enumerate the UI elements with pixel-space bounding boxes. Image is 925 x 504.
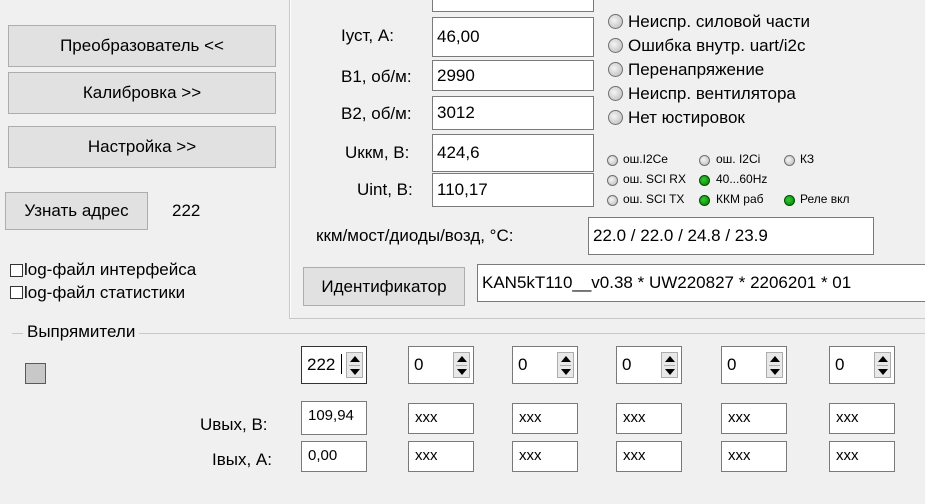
iout-cell[interactable]: xxx (721, 441, 787, 472)
b1-label: В1, об/м: (341, 67, 412, 86)
rectifier-address-spinner[interactable]: 0 (721, 346, 787, 384)
uout-cell[interactable]: xxx (616, 403, 682, 434)
uout-label: Uвых, В: (200, 415, 268, 434)
address-value: 222 (172, 201, 201, 220)
uout-cell[interactable]: xxx (721, 403, 787, 434)
spinner-value: 222 (307, 355, 336, 374)
indicator-label: 40...60Hz (716, 172, 768, 186)
spinner-arrows[interactable] (766, 352, 783, 378)
arrow-down-icon[interactable] (456, 365, 467, 378)
iust-field[interactable]: 46,00 (432, 17, 594, 57)
fault-led-icon (608, 14, 623, 29)
fault-fan-label: Неиспр. вентилятора (628, 84, 796, 103)
uout-cell[interactable]: 109,94 (301, 401, 367, 435)
iout-cell[interactable]: xxx (512, 441, 578, 472)
indicator-off-icon (607, 175, 618, 186)
arrow-up-icon[interactable] (769, 353, 780, 365)
indicator-off-icon (607, 155, 618, 166)
ukkm-label: Uккм, В: (345, 143, 410, 162)
indicator-on-icon (699, 175, 710, 186)
indicator-on-icon (784, 195, 795, 206)
spinner-value: 0 (622, 355, 632, 374)
rectifier-address-spinner[interactable]: 0 (829, 346, 895, 384)
uout-cell[interactable]: xxx (408, 403, 474, 434)
iout-cell[interactable]: xxx (408, 441, 474, 472)
spinner-value: 0 (414, 355, 424, 374)
b2-label: В2, об/м: (341, 104, 412, 123)
fault-no-calibration-label: Нет юстировок (628, 108, 745, 127)
arrow-up-icon[interactable] (664, 353, 675, 365)
spinner-arrows[interactable] (453, 352, 470, 378)
uint-label: Uint, В: (357, 180, 413, 199)
iout-cell[interactable]: xxx (616, 441, 682, 472)
cut-off-field-1[interactable] (432, 0, 594, 12)
temps-field[interactable]: 22.0 / 22.0 / 24.8 / 23.9 (588, 217, 874, 255)
settings-button[interactable]: Настройка >> (8, 126, 276, 168)
spinner-value: 0 (518, 355, 528, 374)
rectifier-status-indicator (25, 363, 46, 384)
arrow-up-icon[interactable] (877, 353, 888, 365)
fault-led-icon (608, 38, 623, 53)
converter-button[interactable]: Преобразователь << (8, 25, 276, 67)
log-stats-label: log-файл статистики (24, 283, 186, 302)
fault-power-label: Неиспр. силовой части (628, 12, 811, 31)
arrow-up-icon[interactable] (456, 353, 467, 365)
temps-label: ккм/мост/диоды/возд, °С: (316, 226, 514, 245)
fault-uart-label: Ошибка внутр. uart/i2c (628, 36, 806, 55)
arrow-down-icon[interactable] (560, 365, 571, 378)
uint-field[interactable]: 110,17 (432, 173, 594, 207)
arrow-down-icon[interactable] (769, 365, 780, 378)
rectifiers-group-label: Выпрямители (23, 322, 140, 342)
fault-overvoltage-label: Перенапряжение (628, 60, 765, 79)
rectifier-address-spinner[interactable]: 222 (301, 346, 367, 384)
spinner-arrows[interactable] (346, 352, 363, 378)
spinner-value: 0 (727, 355, 737, 374)
iout-cell[interactable]: 0,00 (301, 441, 367, 472)
indicator-label: КЗ (800, 152, 815, 166)
rectifier-address-spinner[interactable]: 0 (512, 346, 578, 384)
indicator-off-icon (699, 155, 710, 166)
arrow-down-icon[interactable] (877, 365, 888, 378)
iust-label: Iуст, А: (341, 26, 394, 45)
spinner-value: 0 (835, 355, 845, 374)
indicator-off-icon (784, 155, 795, 166)
rectifier-address-spinner[interactable]: 0 (616, 346, 682, 384)
rectifier-address-spinner[interactable]: 0 (408, 346, 474, 384)
indicator-label: ош. I2Ci (716, 152, 761, 166)
fault-led-icon (608, 86, 623, 101)
indicator-off-icon (607, 195, 618, 206)
uout-cell[interactable]: xxx (512, 403, 578, 434)
iout-cell[interactable]: xxx (829, 441, 895, 472)
identifier-button[interactable]: Идентификатор (303, 267, 465, 306)
fault-led-icon (608, 62, 623, 77)
uout-cell[interactable]: xxx (829, 403, 895, 434)
indicator-label: ош.I2Ce (623, 152, 668, 166)
spinner-arrows[interactable] (874, 352, 891, 378)
indicator-label: ККМ раб (716, 192, 764, 206)
b2-field[interactable]: 3012 (432, 96, 594, 130)
indicator-label: ош. SCI TX (623, 192, 685, 206)
b1-field[interactable]: 2990 (432, 60, 594, 91)
log-stats-checkbox[interactable] (10, 286, 23, 299)
arrow-down-icon[interactable] (664, 365, 675, 378)
indicator-label: ош. SCI RX (623, 172, 686, 186)
arrow-down-icon[interactable] (349, 365, 360, 378)
iout-label: Iвых, А: (212, 450, 272, 469)
log-interface-label: log-файл интерфейса (24, 260, 197, 279)
spinner-arrows[interactable] (661, 352, 678, 378)
get-address-button[interactable]: Узнать адрес (5, 192, 148, 230)
text-caret (341, 354, 342, 374)
indicator-on-icon (699, 195, 710, 206)
spinner-arrows[interactable] (557, 352, 574, 378)
arrow-up-icon[interactable] (349, 353, 360, 365)
calibration-button[interactable]: Калибровка >> (8, 72, 276, 114)
fault-led-icon (608, 110, 623, 125)
indicator-label: Реле вкл (800, 192, 850, 206)
identifier-field[interactable]: KAN5kT110__v0.38 * UW220827 * 2206201 * … (477, 264, 925, 302)
log-interface-checkbox[interactable] (10, 264, 23, 277)
arrow-up-icon[interactable] (560, 353, 571, 365)
ukkm-field[interactable]: 424,6 (432, 134, 594, 172)
